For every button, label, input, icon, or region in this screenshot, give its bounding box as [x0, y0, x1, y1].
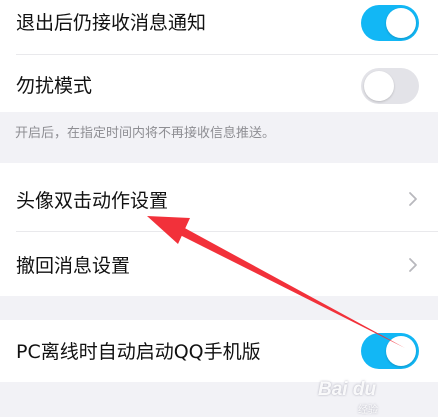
- setting-label-dnd: 勿扰模式: [16, 75, 93, 97]
- watermark-sub: 经验: [358, 405, 378, 416]
- chevron-right-icon: [409, 258, 417, 272]
- toggle-knob: [386, 8, 416, 38]
- background-notify-toggle[interactable]: [361, 5, 419, 41]
- setting-label-background-notify: 退出后仍接收消息通知: [16, 12, 207, 34]
- pc-offline-toggle[interactable]: [361, 333, 419, 369]
- dnd-hint-text: 开启后，在指定时间内将不再接收信息推送。: [15, 126, 276, 141]
- setting-label-avatar-double-tap: 头像双击动作设置: [16, 190, 169, 212]
- chevron-right-icon: [409, 192, 417, 206]
- baidu-watermark: Bai du 经验: [314, 379, 432, 416]
- dnd-toggle[interactable]: [361, 68, 419, 104]
- setting-label-recall: 撤回消息设置: [16, 255, 131, 277]
- setting-row-recall[interactable]: 撤回消息设置: [0, 232, 438, 296]
- watermark-brand: Bai du: [318, 379, 377, 400]
- toggle-knob: [386, 336, 416, 366]
- setting-label-pc-offline: PC离线时自动启动QQ手机版: [16, 341, 261, 363]
- setting-row-dnd[interactable]: 勿扰模式: [0, 55, 438, 112]
- toggle-knob: [364, 71, 394, 101]
- setting-row-pc-offline[interactable]: PC离线时自动启动QQ手机版: [0, 320, 438, 382]
- setting-row-avatar-double-tap[interactable]: 头像双击动作设置: [0, 163, 438, 232]
- setting-row-background-notify[interactable]: 退出后仍接收消息通知: [0, 0, 438, 55]
